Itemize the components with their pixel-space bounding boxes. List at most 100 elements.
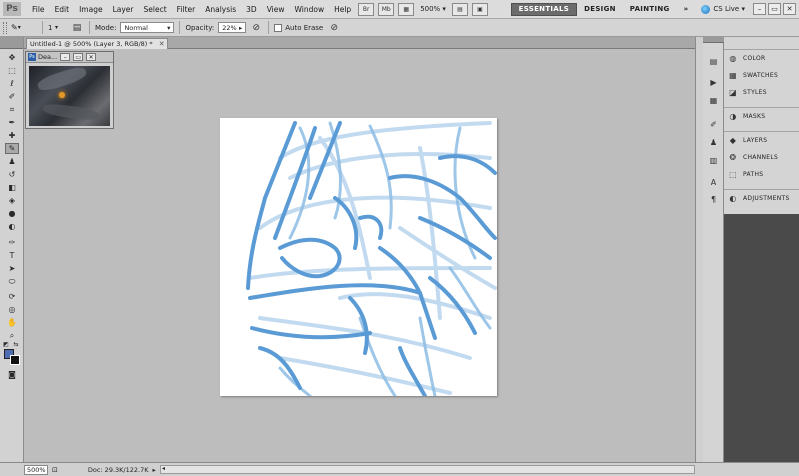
status-share-icon[interactable]: ⊡: [52, 466, 58, 474]
hand-tool-icon[interactable]: ✋: [5, 317, 19, 328]
menu-edit[interactable]: Edit: [50, 5, 75, 14]
quick-select-tool-icon[interactable]: ✐: [5, 91, 19, 102]
quick-mask-icon[interactable]: ◙: [5, 369, 19, 380]
menu-help[interactable]: Help: [329, 5, 356, 14]
document-tab[interactable]: Untitled-1 @ 500% (Layer 3, RGB/8) * ✕: [26, 38, 168, 49]
workspace-design[interactable]: DESIGN: [577, 3, 623, 16]
zoom-level-select[interactable]: 500% ▾: [416, 5, 450, 13]
mode-select[interactable]: Normal ▾: [120, 22, 175, 33]
menu-filter[interactable]: Filter: [172, 5, 201, 14]
eyedropper-tool-icon[interactable]: ✒: [5, 117, 19, 128]
workspace-painting[interactable]: PAINTING: [623, 3, 677, 16]
background-color-swatch[interactable]: [10, 355, 20, 365]
panel-channels[interactable]: ❂ CHANNELS: [724, 149, 799, 166]
tools-panel-header[interactable]: [0, 37, 23, 49]
tablet-pressure-opacity-icon[interactable]: ⊘: [249, 21, 263, 34]
clone-stamp-tool-icon[interactable]: ♟: [5, 156, 19, 167]
panel-swatches[interactable]: ▦ SWATCHES: [724, 67, 799, 84]
tools-panel: ✥ ⬚ ℓ ✐ ⌗ ✒ ✚ ✎ ♟ ↺ ◧ ◈ ● ◐ ✑ T ➤ ⬭ ⟳ ◎ …: [0, 37, 24, 462]
menu-image[interactable]: Image: [74, 5, 108, 14]
canvas-work-area[interactable]: [24, 49, 695, 462]
move-tool-icon[interactable]: ✥: [5, 52, 19, 63]
status-doc-info: Doc: 29.3K/122.7K: [87, 465, 149, 474]
mini-bridge-icon[interactable]: Mb: [378, 2, 395, 16]
brush-panel-icon[interactable]: ▤: [70, 21, 84, 34]
panel-adjustments[interactable]: ◐ ADJUSTMENTS: [724, 190, 799, 207]
menu-view[interactable]: View: [262, 5, 290, 14]
eraser-tool-icon[interactable]: ◧: [5, 182, 19, 193]
document-canvas[interactable]: [220, 118, 497, 396]
brush-size-value: 1: [48, 23, 53, 32]
photoshop-logo: Ps: [3, 2, 21, 16]
menu-layer[interactable]: Layer: [108, 5, 139, 14]
paragraph-panel-icon[interactable]: ¶: [707, 194, 720, 205]
shape-tool-icon[interactable]: ⬭: [5, 276, 19, 287]
menu-analysis[interactable]: Analysis: [200, 5, 241, 14]
animation-panel-icon[interactable]: ▦: [707, 95, 720, 106]
tool-preset-picker[interactable]: ✎ ▾: [11, 21, 37, 34]
cs-live-label: CS Live: [713, 5, 740, 13]
bridge-icon[interactable]: Br: [358, 2, 375, 16]
menu-bar: Ps File Edit Image Layer Select Filter A…: [0, 0, 799, 19]
restore-button[interactable]: ▭: [768, 3, 781, 15]
minimize-button[interactable]: –: [753, 3, 766, 15]
crop-tool-icon[interactable]: ⌗: [5, 104, 19, 115]
panel-layers-label: LAYERS: [743, 137, 768, 144]
pencil-tool-icon[interactable]: ✎: [5, 143, 19, 154]
workspace-essentials[interactable]: ESSENTIALS: [510, 2, 578, 16]
arrange-documents-icon[interactable]: ▤: [451, 2, 468, 16]
panel-paths[interactable]: ⬚ PATHS: [724, 166, 799, 183]
pen-tool-icon[interactable]: ✑: [5, 237, 19, 248]
menu-select[interactable]: Select: [139, 5, 172, 14]
workspace-more-icon[interactable]: »: [677, 3, 696, 16]
panel-layers[interactable]: ◆ LAYERS: [724, 132, 799, 149]
canvas-horizontal-scrollbar[interactable]: ◂: [160, 465, 695, 474]
tool-presets-panel-icon[interactable]: ▥: [707, 155, 720, 166]
healing-brush-tool-icon[interactable]: ✚: [5, 130, 19, 141]
screen-mode-icon[interactable]: ▣: [471, 2, 488, 16]
status-zoom-field[interactable]: 500%: [24, 464, 48, 475]
menu-file[interactable]: File: [27, 5, 50, 14]
navigator-title-bar[interactable]: Ps Dea... – ▭ ✕: [26, 52, 113, 63]
tablet-pressure-size-icon[interactable]: ⊘: [327, 21, 341, 34]
document-tab-strip: Untitled-1 @ 500% (Layer 3, RGB/8) * ✕: [24, 37, 695, 49]
marquee-tool-icon[interactable]: ⬚: [5, 65, 19, 76]
clone-source-panel-icon[interactable]: ♟: [707, 137, 720, 148]
character-panel-icon[interactable]: A: [707, 177, 720, 188]
panel-styles-label: STYLES: [743, 89, 767, 96]
navigator-minimize-button[interactable]: –: [60, 53, 71, 61]
panel-masks[interactable]: ◑ MASKS: [724, 108, 799, 125]
pencil-icon: ✎: [11, 23, 18, 32]
cs-live-button[interactable]: CS Live ▾: [701, 4, 745, 14]
path-selection-tool-icon[interactable]: ➤: [5, 263, 19, 274]
auto-erase-checkbox[interactable]: [274, 23, 283, 32]
brush-preset-picker[interactable]: 1 ▾: [48, 21, 70, 34]
lasso-tool-icon[interactable]: ℓ: [5, 78, 19, 89]
panel-styles[interactable]: ◪ STYLES: [724, 84, 799, 101]
mode-label: Mode:: [95, 23, 117, 32]
menu-3d[interactable]: 3D: [241, 5, 262, 14]
dodge-tool-icon[interactable]: ◐: [5, 221, 19, 232]
navigator-close-button[interactable]: ✕: [86, 53, 97, 61]
history-brush-tool-icon[interactable]: ↺: [5, 169, 19, 180]
history-panel-icon[interactable]: ▤: [707, 56, 720, 67]
3d-rotate-tool-icon[interactable]: ⟳: [5, 291, 19, 302]
paint-bucket-tool-icon[interactable]: ◈: [5, 195, 19, 206]
close-button[interactable]: ✕: [783, 3, 796, 15]
actions-panel-icon[interactable]: ▶: [707, 77, 720, 88]
3d-orbit-tool-icon[interactable]: ◎: [5, 304, 19, 315]
canvas-vertical-scrollbar[interactable]: [695, 37, 703, 462]
navigator-restore-button[interactable]: ▭: [73, 53, 84, 61]
menu-window[interactable]: Window: [290, 5, 330, 14]
status-info-arrow-icon[interactable]: ▸: [152, 466, 155, 474]
view-extras-icon[interactable]: ▦: [398, 2, 415, 16]
brushes-panel-icon[interactable]: ✐: [707, 119, 720, 130]
close-tab-icon[interactable]: ✕: [159, 40, 165, 48]
opacity-field[interactable]: 22% ▸: [218, 22, 247, 33]
options-grip[interactable]: [3, 21, 7, 34]
scroll-left-icon[interactable]: ◂: [162, 465, 165, 472]
type-tool-icon[interactable]: T: [5, 250, 19, 261]
panel-color[interactable]: ◍ COLOR: [724, 50, 799, 67]
blur-tool-icon[interactable]: ●: [5, 208, 19, 219]
panel-swatches-label: SWATCHES: [743, 72, 779, 79]
